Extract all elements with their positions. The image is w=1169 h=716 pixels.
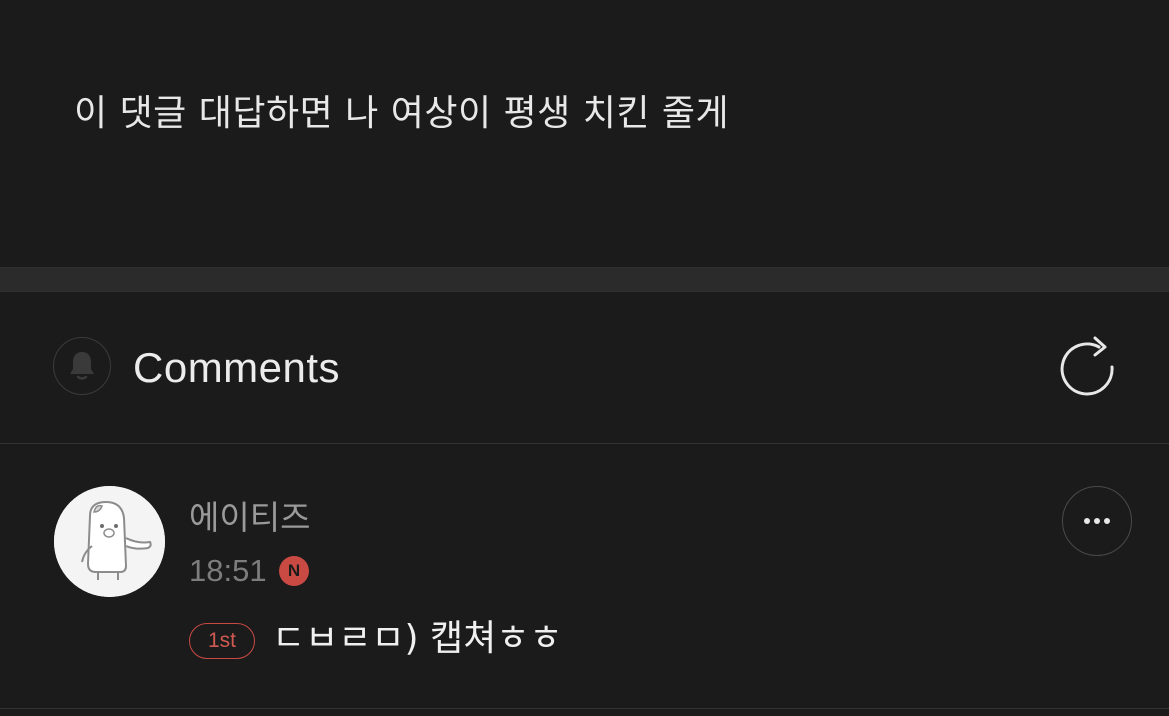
more-dots-icon — [1084, 518, 1110, 524]
comment-item: 에이티즈 18:51 N 1st ㄷㅂㄹㅁ) 캡쳐ㅎㅎ — [0, 444, 1169, 709]
avatar-character-icon — [54, 486, 165, 597]
refresh-button[interactable] — [1055, 335, 1119, 399]
comment-text: ㄷㅂㄹㅁ) 캡쳐ㅎㅎ — [272, 618, 563, 659]
post-text: 이 댓글 대답하면 나 여상이 평생 치킨 줄게 — [74, 93, 730, 134]
new-badge: N — [279, 556, 309, 586]
more-options-button[interactable] — [1062, 486, 1132, 556]
comments-header: Comments — [0, 291, 1169, 444]
section-divider — [0, 267, 1169, 292]
post-body: 이 댓글 대답하면 나 여상이 평생 치킨 줄게 — [0, 0, 1169, 267]
notification-bell-button[interactable] — [53, 337, 111, 395]
bell-icon — [70, 352, 94, 380]
comment-author[interactable]: 에이티즈 — [189, 498, 310, 538]
comment-timestamp: 18:51 — [189, 553, 267, 588]
refresh-icon — [1060, 336, 1114, 396]
rank-badge: 1st — [189, 623, 255, 659]
comments-title: Comments — [133, 344, 341, 391]
avatar[interactable] — [54, 486, 165, 597]
